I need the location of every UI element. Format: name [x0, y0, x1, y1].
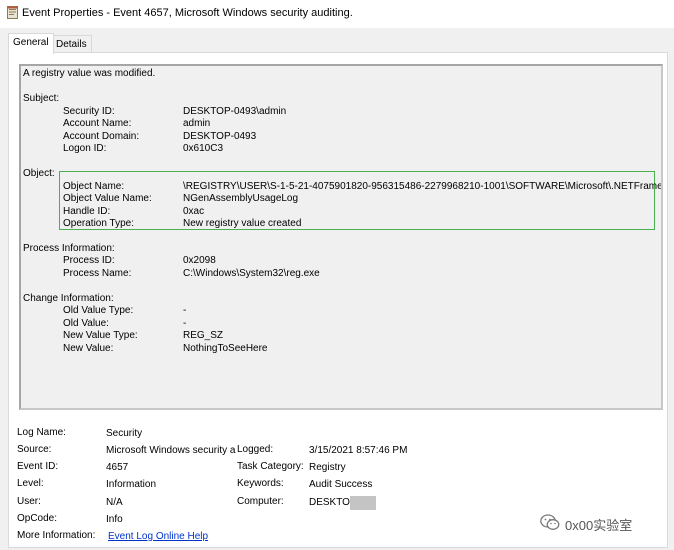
source-label: Source:: [17, 444, 52, 455]
field-label: Object Name:: [63, 181, 125, 192]
field-value: 0x610C3: [183, 143, 224, 154]
log-name-value: Security: [106, 428, 143, 439]
watermark: 0x00实验室: [540, 514, 632, 534]
keywords-label: Keywords:: [237, 478, 284, 489]
field-label: Security ID:: [63, 106, 115, 117]
field-value: NGenAssemblyUsageLog: [183, 193, 299, 204]
field-label: Object Value Name:: [63, 193, 152, 204]
wechat-icon: [540, 514, 560, 534]
field-value: admin: [183, 118, 211, 129]
event-headline: A registry value was modified.: [23, 68, 156, 79]
watermark-text: 0x00实验室: [565, 517, 633, 533]
tab-general[interactable]: General: [8, 33, 54, 54]
field-value: DESKTOP-0493\admin: [183, 106, 287, 117]
field-value: 0xac: [183, 206, 205, 217]
field-label: Operation Type:: [63, 218, 134, 229]
field-label: New Value:: [63, 343, 114, 354]
redaction-block: [350, 496, 376, 510]
event-id-value: 4657: [106, 462, 129, 473]
field-label: New Value Type:: [63, 330, 138, 341]
field-label: Process ID:: [63, 255, 115, 266]
more-info-label: More Information:: [17, 530, 96, 541]
user-label: User:: [17, 496, 41, 507]
field-value: -: [183, 305, 187, 316]
event-log-online-help-link[interactable]: Event Log Online Help: [108, 531, 208, 543]
field-value: C:\Windows\System32\reg.exe: [183, 268, 320, 279]
field-label: Old Value:: [63, 318, 109, 329]
computer-label: Computer:: [237, 496, 284, 507]
object-heading: Object:: [23, 168, 55, 179]
field-label: Account Name:: [63, 118, 132, 129]
event-description-box[interactable]: A registry value was modified. Subject: …: [19, 64, 663, 410]
field-value: NothingToSeeHere: [183, 343, 268, 354]
field-value: \REGISTRY\USER\S-1-5-21-4075901820-95631…: [183, 181, 663, 192]
field-value: New registry value created: [183, 218, 302, 229]
source-value: Microsoft Windows security a: [106, 445, 236, 456]
tab-details[interactable]: Details: [51, 35, 92, 53]
subject-heading: Subject:: [23, 93, 60, 104]
field-label: Process Name:: [63, 268, 132, 279]
event-id-label: Event ID:: [17, 461, 59, 472]
logged-value: 3/15/2021 8:57:46 PM: [309, 445, 408, 456]
field-label: Logon ID:: [63, 143, 107, 154]
field-value: 0x2098: [183, 255, 216, 266]
field-value: -: [183, 318, 187, 329]
field-label: Handle ID:: [63, 206, 111, 217]
field-value: DESKTOP-0493: [183, 131, 257, 142]
field-label: Account Domain:: [63, 131, 140, 142]
keywords-value: Audit Success: [309, 479, 373, 490]
level-label: Level:: [17, 478, 44, 489]
event-properties-dialog: General Details A registry value was mod…: [0, 28, 674, 550]
event-log-icon: [7, 6, 18, 19]
logged-label: Logged:: [237, 444, 274, 455]
field-label: Old Value Type:: [63, 305, 134, 316]
window-title: Event Properties - Event 4657, Microsoft…: [22, 7, 353, 19]
opcode-value: Info: [106, 514, 123, 525]
task-category-label: Task Category:: [237, 461, 304, 472]
level-value: Information: [106, 479, 157, 490]
user-value: N/A: [106, 497, 123, 508]
log-name-label: Log Name:: [17, 427, 66, 438]
change-heading: Change Information:: [23, 293, 114, 304]
opcode-label: OpCode:: [17, 513, 58, 524]
general-tab-panel: A registry value was modified. Subject: …: [8, 52, 668, 548]
field-value: REG_SZ: [183, 330, 224, 341]
title-bar: Event Properties - Event 4657, Microsoft…: [0, 0, 674, 28]
process-heading: Process Information:: [23, 243, 115, 254]
task-category-value: Registry: [309, 462, 346, 473]
